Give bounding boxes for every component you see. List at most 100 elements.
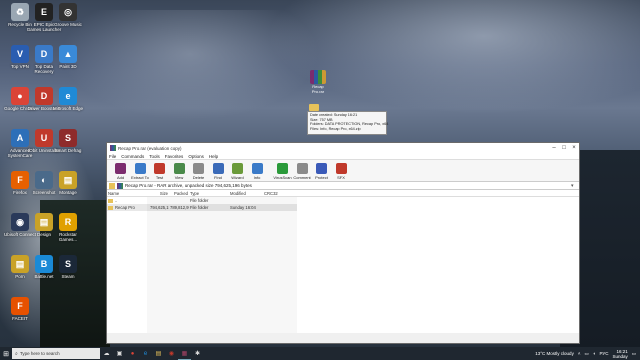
toolbar: Add Extract To Test View Delete Find Wizard Inf… [107,160,579,182]
column-size[interactable]: Size [149,190,169,196]
groove-music-icon: ◎ [59,3,77,21]
tray-chevron-up-icon[interactable]: ˄ [578,351,581,356]
search-icon: ⌕ [15,350,18,357]
desktop-shortcut-label: Microsoft Edge [52,106,83,111]
row-name: Recap Pro [107,204,149,211]
desktop-shortcut-label: Steam [61,274,75,279]
defrag-icon: S [59,129,77,147]
toolbar-button-label: View [174,175,184,180]
desktop-shortcut-label: Smart Defrag [54,148,82,153]
virusscan-icon [277,163,288,174]
notifications-icon[interactable]: ▭ [632,351,636,357]
taskbar-search-box[interactable]: ⌕ Type here to search [12,348,100,359]
faceit-icon: F [11,297,29,315]
desktop-shortcut[interactable]: e Microsoft Edge [50,87,86,111]
winrar-window: Recap Pro.rar (evaluation copy) – □ × Fi… [106,142,580,344]
desktop-shortcut[interactable]: ▤ Montage [50,171,86,195]
column-modified[interactable]: Modified [229,190,263,196]
info-icon [251,163,263,174]
search-placeholder: Type here to search [19,351,60,356]
maximize-button[interactable]: □ [559,145,569,151]
winrar-taskbar-icon[interactable]: ▦ [178,347,191,360]
chrome-icon[interactable]: ● [126,347,139,360]
volume-icon[interactable]: ◖ [593,351,596,356]
column-crc32[interactable]: CRC32 [263,190,293,196]
desktop-shortcut[interactable]: R Rockstar Games... [50,213,86,242]
window-title: Recap Pro.rar (evaluation copy) [118,145,182,151]
desktop-file-recap-pro-rar[interactable]: Recap Pro.rar [308,70,328,94]
wizard-icon [232,163,243,174]
clock[interactable]: 16:21 Sunday [612,349,627,359]
archive-path-text: Recap Pro.rar - RAR archive, unpacked si… [125,183,252,188]
window-titlebar[interactable]: Recap Pro.rar (evaluation copy) – □ × [107,143,579,153]
extract-icon [134,163,146,174]
windows-start-button[interactable]: ⊞ [0,347,12,360]
desktop-shortcut-label: Paint 3D [59,64,77,69]
up-folder-icon[interactable] [109,182,115,189]
language-indicator[interactable]: РУС [599,351,608,356]
clock-day: Sunday [612,353,628,359]
test-icon [154,163,165,174]
file-explorer-icon[interactable]: ▤ [152,347,165,360]
toolbar-button-label: VirusScan [273,175,292,180]
menu-help[interactable]: Help [209,154,218,159]
find-icon [212,163,224,174]
system-tray: 13°C Mostly cloudy ˄ ▭ ◖ РУС 16:21 Sunda… [531,349,640,359]
menu-file[interactable]: File [109,154,116,159]
toolbar-wizard-button[interactable]: Wizard [228,163,247,181]
column-name[interactable]: Name [107,190,149,196]
toolbar-test-button[interactable]: Test [150,163,169,181]
toolbar-virusscan-button[interactable]: VirusScan [273,163,292,181]
toolbar-button-label: Comment [293,175,311,180]
network-icon[interactable]: ▭ [584,351,588,357]
desktop-shortcut[interactable]: S Steam [50,255,86,279]
screen-recorder-icon[interactable]: ◉ [165,347,178,360]
toolbar-sfx-button[interactable]: SFX [332,163,351,181]
task-view-icon[interactable]: ▣ [113,347,126,360]
toolbar-find-button[interactable]: Find [209,163,228,181]
minimize-button[interactable]: – [549,145,559,151]
chevron-down-icon[interactable]: ▾ [571,183,579,189]
toolbar-button-label: Wizard [231,175,244,180]
folder-icon [108,205,113,210]
toolbar-info-button[interactable]: Info [248,163,267,181]
toolbar-delete-button[interactable]: Delete [189,163,208,181]
desktop-shortcut[interactable]: ▲ Paint 3D [50,45,86,69]
toolbar-comment-button[interactable]: Comment [293,163,312,181]
protect-icon [316,163,327,174]
widgets-icon[interactable]: ☁ [100,347,113,360]
menu-options[interactable]: Options [188,154,204,159]
weather-widget[interactable]: 13°C Mostly cloudy [535,351,574,356]
winrar-app-icon [110,145,116,151]
close-button[interactable]: × [569,145,579,151]
taskbar: ⊞ ⌕ Type here to search ☁ ▣ ● e ▤ ◉ ▦ ✱ … [0,347,640,360]
column-packed[interactable]: Packed [169,190,189,196]
folder-icon [108,198,113,203]
toolbar-add-button[interactable]: Add [111,163,130,181]
desktop-shortcut[interactable]: S Smart Defrag [50,129,86,153]
toolbar-view-button[interactable]: View [170,163,189,181]
toolbar-protect-button[interactable]: Protect [312,163,331,181]
desktop-shortcut[interactable]: F FACEIT [2,297,38,321]
montage-icon: ▤ [59,171,77,189]
toolbar-button-label: SFX [337,175,345,180]
toolbar-button-label: Find [214,175,222,180]
menu-favorites[interactable]: Favorites [165,154,184,159]
edge-icon[interactable]: e [139,347,152,360]
path-bar: Recap Pro.rar - RAR archive, unpacked si… [107,182,579,190]
file-list: Name Size Packed Type Modified CRC32 .. … [107,190,579,333]
desktop-shortcut-label: Montage [59,190,77,195]
paint3d-icon: ▲ [59,45,77,63]
toolbar-extract-to-button[interactable]: Extract To [131,163,150,181]
settings-icon[interactable]: ✱ [191,347,204,360]
rar-archive-icon [117,182,123,189]
toolbar-button-label: Extract To [131,175,149,180]
steam-icon: S [59,255,77,273]
column-type[interactable]: Type [189,190,229,196]
desktop-shortcut-label: FACEIT [12,316,28,321]
menu-commands[interactable]: Commands [121,154,144,159]
toolbar-button-label: Protect [315,175,328,180]
file-list-header: Name Size Packed Type Modified CRC32 [107,190,579,197]
menu-tools[interactable]: Tools [149,154,160,159]
desktop-shortcut[interactable]: ◎ Groove Music [50,3,86,27]
